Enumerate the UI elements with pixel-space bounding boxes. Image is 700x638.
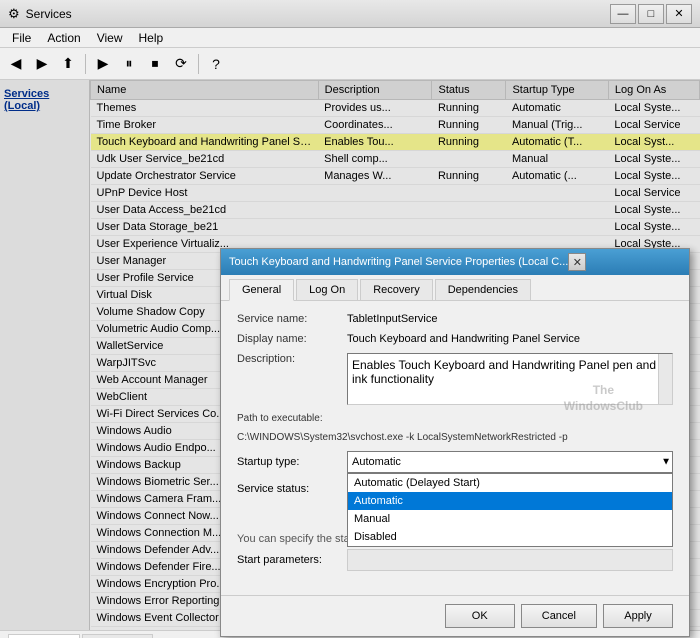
help-button[interactable]: ? [204,52,228,76]
display-name-value: Touch Keyboard and Handwriting Panel Ser… [347,333,673,345]
cancel-button[interactable]: Cancel [521,604,597,628]
close-button[interactable]: ✕ [666,4,692,24]
path-value: C:\WINDOWS\System32\svchost.exe -k Local… [237,432,673,443]
pause-button[interactable]: ⏸ [117,52,141,76]
description-row: Description: Enables Touch Keyboard and … [237,353,673,405]
dropdown-item-automatic[interactable]: Automatic [348,492,672,510]
up-button[interactable]: ⬆ [56,52,80,76]
app-title: Services [26,7,72,21]
service-status-label: Service status: [237,483,347,495]
forward-button[interactable]: ▶ [30,52,54,76]
ok-button[interactable]: OK [445,604,515,628]
description-box: Enables Touch Keyboard and Handwriting P… [347,353,673,405]
dialog-close-button[interactable]: ✕ [568,253,586,271]
tab-dependencies[interactable]: Dependencies [435,279,531,300]
menu-help[interactable]: Help [131,29,172,47]
display-name-row: Display name: Touch Keyboard and Handwri… [237,333,673,345]
tab-recovery[interactable]: Recovery [360,279,432,300]
dialog-overlay: Touch Keyboard and Handwriting Panel Ser… [0,80,700,630]
dialog-title-bar: Touch Keyboard and Handwriting Panel Ser… [221,249,689,275]
dropdown-item-manual[interactable]: Manual [348,510,672,528]
startup-select[interactable]: Automatic [347,451,673,473]
params-input[interactable] [347,549,673,571]
stop-button[interactable]: ⏹ [143,52,167,76]
description-label: Description: [237,353,347,365]
maximize-button[interactable]: □ [638,4,664,24]
menu-view[interactable]: View [89,29,131,47]
path-label: Path to executable: [237,413,673,424]
play-button[interactable]: ▶ [91,52,115,76]
dialog-content: Service name: TabletInputService Display… [221,301,689,595]
menu-bar: File Action View Help [0,28,700,48]
service-name-row: Service name: TabletInputService [237,313,673,325]
dropdown-item-delayed[interactable]: Automatic (Delayed Start) [348,474,672,492]
tab-extended[interactable]: Extended [8,634,80,638]
startup-dropdown[interactable]: Automatic (Delayed Start) Automatic Manu… [347,473,673,547]
startup-label: Startup type: [237,456,347,468]
desc-scrollbar[interactable] [658,354,672,404]
startup-row: Startup type: Automatic ▼ Automatic (Del… [237,451,673,473]
back-button[interactable]: ◀ [4,52,28,76]
tab-general[interactable]: General [229,279,294,301]
apply-button[interactable]: Apply [603,604,673,628]
tab-standard[interactable]: Standard [82,634,153,638]
toolbar-separator-2 [198,54,199,74]
service-name-value: TabletInputService [347,313,673,325]
tab-logon[interactable]: Log On [296,279,358,300]
menu-action[interactable]: Action [39,29,88,47]
toolbar-separator-1 [85,54,86,74]
startup-select-container: Automatic ▼ Automatic (Delayed Start) Au… [347,451,673,473]
dropdown-item-disabled[interactable]: Disabled [348,528,672,546]
restart-button[interactable]: ⟳ [169,52,193,76]
toolbar: ◀ ▶ ⬆ ▶ ⏸ ⏹ ⟳ ? [0,48,700,80]
display-name-label: Display name: [237,333,347,345]
minimize-button[interactable]: — [610,4,636,24]
dialog-tabs: General Log On Recovery Dependencies [221,275,689,301]
properties-dialog: Touch Keyboard and Handwriting Panel Ser… [220,248,690,637]
description-text: Enables Touch Keyboard and Handwriting P… [352,358,656,386]
service-name-label: Service name: [237,313,347,325]
params-input-label: Start parameters: [237,554,347,566]
dialog-title: Touch Keyboard and Handwriting Panel Ser… [229,256,568,268]
dialog-buttons: OK Cancel Apply [221,595,689,636]
title-bar: ⚙ Services — □ ✕ [0,0,700,28]
path-row: Path to executable: C:\WINDOWS\System32\… [237,413,673,443]
menu-file[interactable]: File [4,29,39,47]
app-icon: ⚙ [8,6,20,22]
